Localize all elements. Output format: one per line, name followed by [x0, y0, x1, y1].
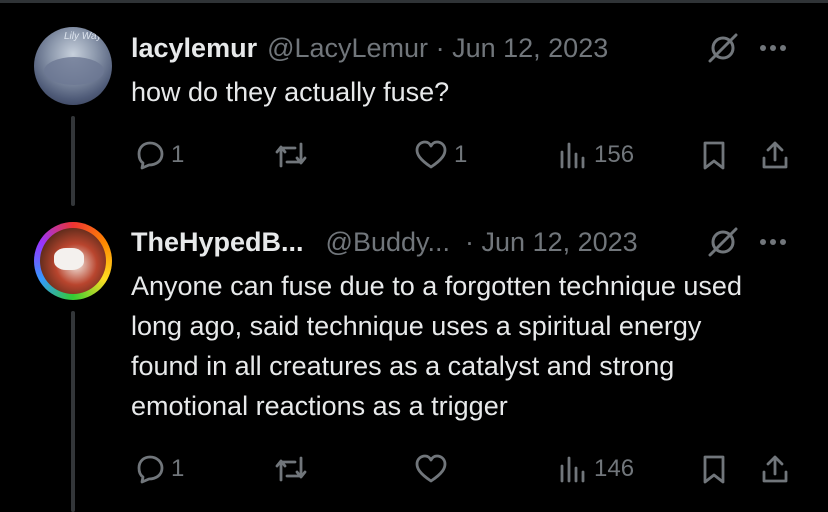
separator: · — [465, 226, 475, 257]
views-count: 156 — [594, 141, 635, 168]
reply-icon — [133, 140, 165, 170]
bookmark-icon — [701, 140, 727, 170]
repost-button[interactable] — [273, 454, 315, 484]
top-divider — [0, 0, 828, 3]
avatar-shape — [44, 57, 104, 85]
views-icon — [558, 454, 588, 484]
repost-button[interactable] — [273, 140, 315, 170]
like-button[interactable]: 1 — [414, 140, 467, 170]
header-icons — [706, 227, 788, 257]
avatar-text: Lily Way — [64, 31, 102, 42]
like-icon — [414, 454, 448, 484]
share-icon — [760, 454, 790, 484]
reply-button[interactable]: 1 — [133, 454, 184, 484]
like-count: 1 — [454, 141, 468, 168]
bookmark-button[interactable] — [701, 140, 727, 170]
repost-icon — [273, 454, 309, 484]
timestamp[interactable]: Jun 12, 2023 — [452, 33, 608, 64]
handle[interactable]: @Buddy... — [326, 227, 450, 258]
reply-button[interactable]: 1 — [133, 140, 184, 170]
tweet-text: Anyone can fuse due to a forgotten techn… — [131, 271, 742, 421]
more-icon[interactable] — [758, 43, 788, 53]
share-icon — [760, 140, 790, 170]
avatar[interactable] — [34, 222, 112, 300]
views-button[interactable]: 156 — [558, 140, 634, 170]
tweet-header: lacylemur @LacyLemur · Jun 12, 2023 — [131, 32, 608, 64]
views-icon — [558, 140, 588, 170]
grok-icon[interactable] — [706, 227, 740, 257]
more-icon[interactable] — [758, 237, 788, 247]
action-bar: 1 146 — [0, 452, 828, 488]
header-icons — [706, 33, 788, 63]
avatar-shape — [54, 248, 84, 270]
like-icon — [414, 140, 448, 170]
handle[interactable]: @LacyLemur — [267, 33, 428, 64]
grok-icon[interactable] — [706, 33, 740, 63]
share-button[interactable] — [760, 140, 790, 170]
display-name[interactable]: TheHypedB... — [131, 227, 304, 258]
like-button[interactable] — [414, 454, 454, 484]
timestamp[interactable]: Jun 12, 2023 — [482, 227, 638, 258]
share-button[interactable] — [760, 454, 790, 484]
tweet-header: TheHypedB... @Buddy... · Jun 12, 2023 — [131, 226, 638, 258]
display-name[interactable]: lacylemur — [131, 33, 257, 64]
reply-count: 1 — [171, 141, 185, 168]
views-button[interactable]: 146 — [558, 454, 634, 484]
separator: · — [435, 32, 445, 63]
action-bar: 1 1 156 — [0, 138, 828, 174]
reply-icon — [133, 454, 165, 484]
reply-count: 1 — [171, 455, 185, 482]
avatar[interactable]: Lily Way — [34, 27, 112, 105]
repost-icon — [273, 140, 309, 170]
bookmark-icon — [701, 454, 727, 484]
bookmark-button[interactable] — [701, 454, 727, 484]
tweet-text: how do they actually fuse? — [131, 77, 450, 107]
views-count: 146 — [594, 455, 635, 482]
